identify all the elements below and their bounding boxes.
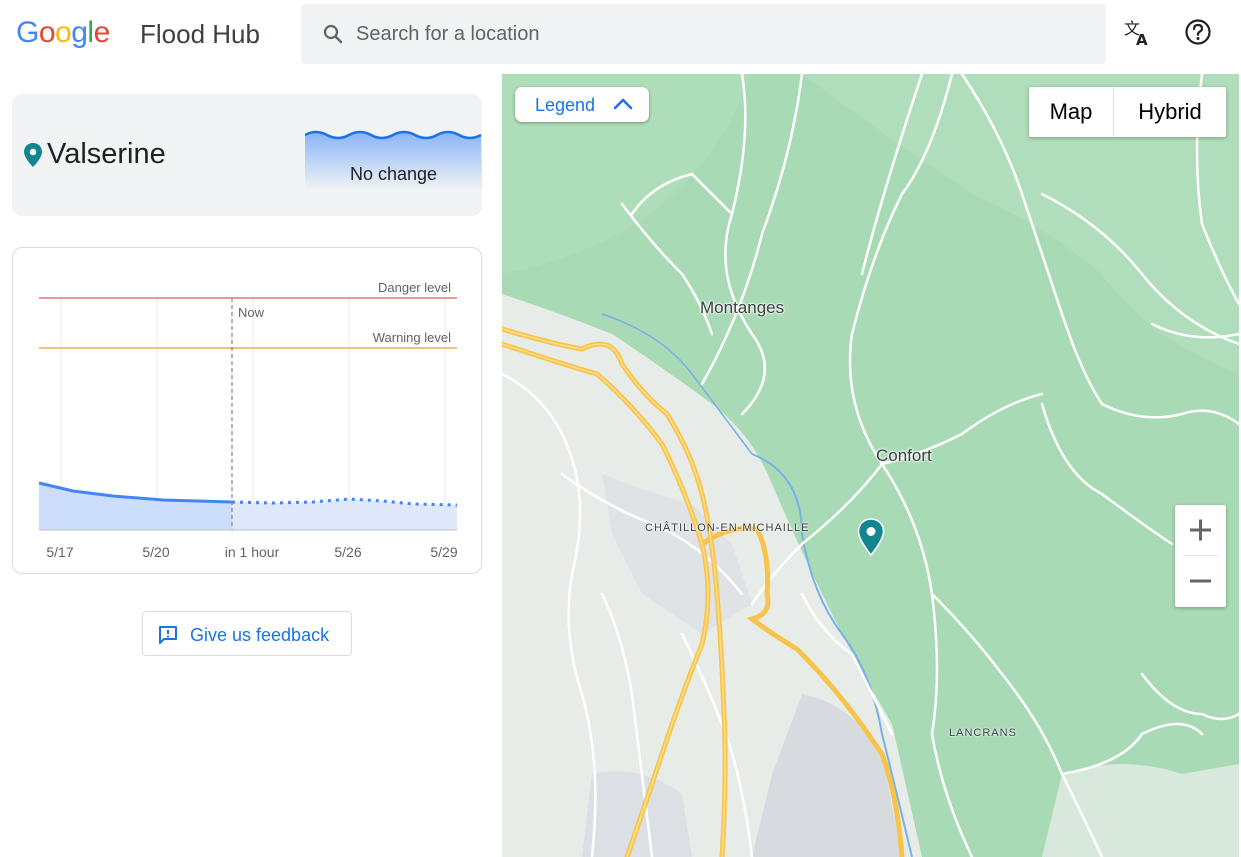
feedback-button[interactable]: Give us feedback [142,611,352,656]
app-title[interactable]: Flood Hub [140,17,260,51]
feedback-label: Give us feedback [190,625,330,645]
map-type-hybrid-button[interactable]: Hybrid [1114,87,1226,137]
location-pin-icon [24,143,42,167]
location-card[interactable]: Valserine No change [12,94,482,216]
place-label-lancrans[interactable]: LANCRANS [949,727,1017,739]
x-tick-label: 5/29 [430,544,457,560]
svg-text:A: A [1136,31,1148,47]
help-icon[interactable] [1183,17,1213,47]
danger-level-label: Danger level [378,280,451,295]
map-type-map-button[interactable]: Map [1029,87,1113,137]
legend-button[interactable]: Legend [515,87,649,122]
place-label-confort[interactable]: Confort [876,446,932,466]
legend-label: Legend [535,95,596,115]
location-name: Valserine [47,138,166,170]
translate-icon[interactable]: 文 A [1123,17,1153,47]
forecast-chart: Danger level Warning level Now 5/17 5/20… [12,247,482,574]
search-input[interactable] [356,4,1056,64]
status-text: No change [349,164,438,184]
x-tick-label: 5/26 [334,544,361,560]
map-type-control: Map Hybrid [1029,87,1226,137]
map-canvas[interactable] [502,74,1239,857]
gauge-marker-icon[interactable] [857,518,885,556]
x-tick-label: 5/17 [46,544,73,560]
status-indicator: No change [305,130,482,190]
chevron-up-icon [613,98,633,110]
warning-level-label: Warning level [373,330,451,345]
search-bar[interactable] [301,4,1106,64]
place-label-chatillon[interactable]: CHÂTILLON-EN-MICHAILLE [645,522,809,534]
header: Google Flood Hub 文 A [0,0,1241,70]
x-tick-label: in 1 hour [225,544,280,560]
place-label-montanges[interactable]: Montanges [700,298,784,318]
forecast-chart-svg: Danger level Warning level Now 5/17 5/20… [38,280,458,560]
now-label: Now [238,305,265,320]
x-tick-label: 5/20 [142,544,169,560]
feedback-icon [159,626,177,644]
map[interactable]: Montanges Confort CHÂTILLON-EN-MICHAILLE… [502,74,1239,857]
google-logo[interactable]: Google [16,14,110,52]
search-icon [323,24,343,44]
zoom-out-button[interactable] [1175,556,1226,606]
zoom-in-button[interactable] [1175,505,1226,555]
zoom-control [1175,505,1226,607]
